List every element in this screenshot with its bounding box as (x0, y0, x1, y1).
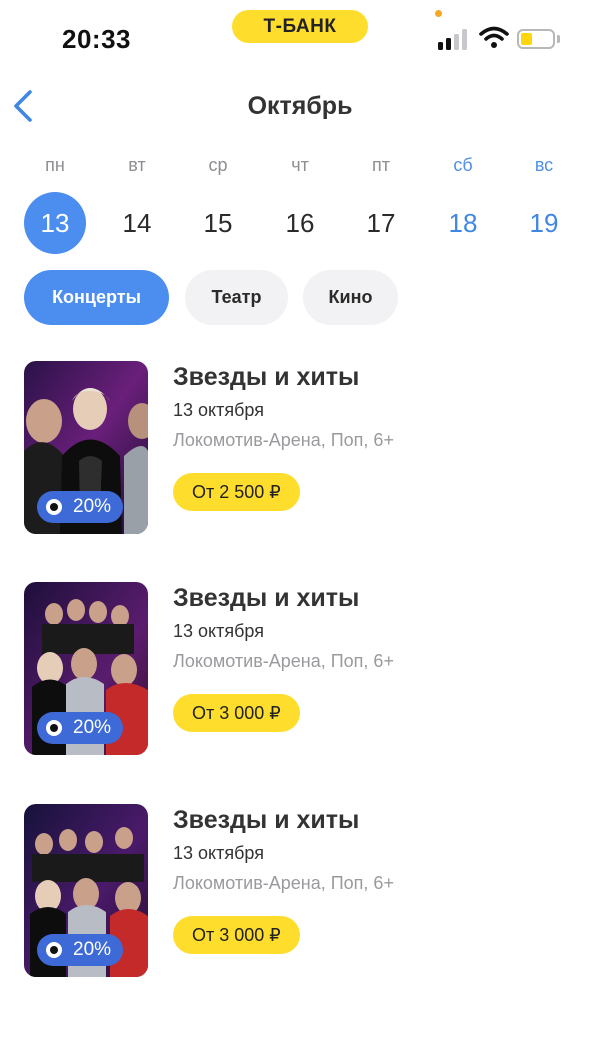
status-time: 20:33 (62, 24, 131, 54)
day-15[interactable]: 15 (187, 192, 249, 254)
day-16[interactable]: 16 (269, 192, 331, 254)
day-17[interactable]: 17 (350, 192, 412, 254)
cashback-icon (46, 942, 62, 958)
event-date: 13 октября (173, 621, 264, 641)
price-button[interactable]: От 3 000 ₽ (173, 916, 300, 954)
event-title[interactable]: Звезды и хиты (173, 806, 359, 835)
privacy-indicator-icon (435, 10, 442, 17)
discount-value: 20% (73, 939, 112, 960)
event-venue: Локомотив-Арена, Поп, 6+ (173, 430, 394, 450)
event-title[interactable]: Звезды и хиты (173, 363, 359, 392)
price-button[interactable]: От 2 500 ₽ (173, 473, 300, 511)
event-card[interactable]: 20% Звезды и хиты 13 октября Локомотив-А… (24, 361, 584, 535)
weekday-thu: чт (291, 155, 309, 175)
event-title[interactable]: Звезды и хиты (173, 584, 359, 613)
day-13[interactable]: 13 (24, 192, 86, 254)
event-date: 13 октября (173, 400, 264, 420)
discount-badge: 20% (37, 712, 124, 744)
weekday-wed: ср (208, 155, 228, 175)
event-venue: Локомотив-Арена, Поп, 6+ (173, 873, 394, 893)
wifi-icon (479, 26, 509, 48)
status-bar: 20:33 Т-БАНК (0, 0, 600, 80)
weekday-tue: вт (128, 155, 146, 175)
weekday-mon: пн (45, 155, 65, 175)
price-button[interactable]: От 3 000 ₽ (173, 694, 300, 732)
filter-chip-cinema[interactable]: Кино (303, 270, 398, 325)
event-venue: Локомотив-Арена, Поп, 6+ (173, 651, 394, 671)
brand-badge[interactable]: Т-БАНК (232, 10, 368, 43)
day-18[interactable]: 18 (432, 192, 494, 254)
weekday-fri: пт (372, 155, 390, 175)
page-title: Октябрь (247, 92, 353, 120)
discount-badge: 20% (37, 934, 124, 966)
cashback-icon (46, 499, 62, 515)
event-card[interactable]: 20% Звезды и хиты 13 октября Локомотив-А… (24, 582, 584, 756)
weekday-sat: сб (453, 155, 473, 175)
day-19[interactable]: 19 (513, 192, 575, 254)
discount-value: 20% (73, 496, 112, 517)
battery-icon (517, 29, 555, 49)
discount-value: 20% (73, 717, 112, 738)
cashback-icon (46, 720, 62, 736)
filter-chip-theatre[interactable]: Театр (185, 270, 288, 325)
discount-badge: 20% (37, 491, 124, 523)
battery-cap (557, 35, 560, 43)
filter-chip-concerts[interactable]: Концерты (24, 270, 169, 325)
cellular-signal-icon (438, 28, 468, 50)
weekday-sun: вс (534, 155, 554, 175)
event-card[interactable]: 20% Звезды и хиты 13 октября Локомотив-А… (24, 804, 584, 978)
day-14[interactable]: 14 (106, 192, 168, 254)
event-date: 13 октября (173, 843, 264, 863)
